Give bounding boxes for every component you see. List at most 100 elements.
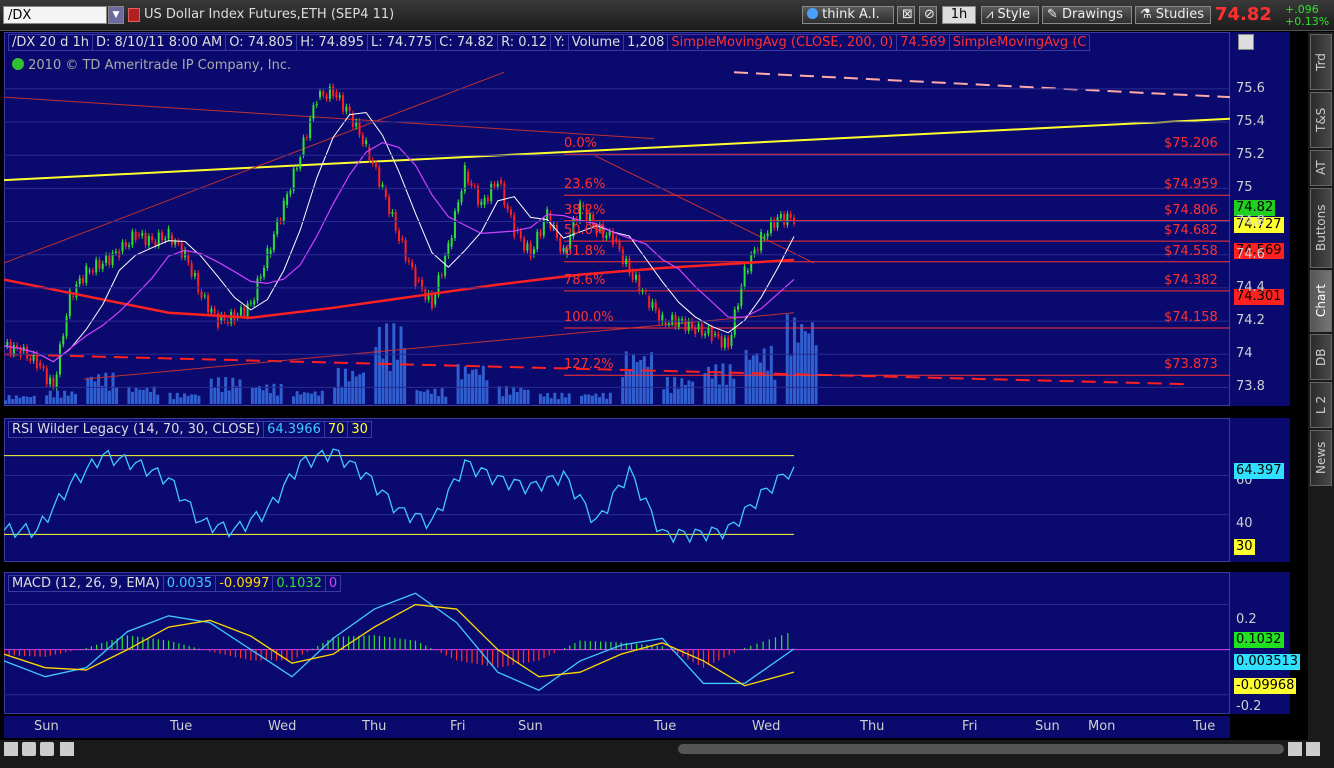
volume-bar (512, 386, 516, 404)
volume-bar (429, 393, 433, 404)
candle-body (249, 302, 252, 304)
volume-bar (25, 396, 29, 404)
volume-bar (564, 397, 568, 404)
candle-body (638, 274, 641, 292)
volume-bar (138, 389, 142, 404)
link-icon[interactable] (128, 8, 140, 22)
candle-body (611, 231, 614, 245)
candle-body (700, 323, 703, 336)
volume-bar (631, 354, 635, 404)
volume-bar (478, 374, 482, 404)
volume-bar (703, 373, 707, 404)
candle-body (124, 242, 127, 247)
candle-body (381, 184, 384, 187)
candle-body (213, 308, 216, 314)
candle-body (332, 86, 335, 97)
volume-bar (792, 317, 796, 404)
volume-bar (131, 391, 135, 404)
tab-trd[interactable]: Trd (1310, 34, 1332, 90)
scroll-left-icon[interactable] (1288, 742, 1302, 756)
crosshair-tool-icon[interactable]: ⊠ (897, 6, 915, 24)
candle-body (309, 118, 312, 138)
volume-bar (261, 390, 265, 404)
fib-price-label: $74.158 (1164, 310, 1218, 326)
zoom-in-icon[interactable] (22, 742, 36, 756)
macd-value-tag: 0.003513 (1234, 654, 1301, 670)
interval-button[interactable]: 1h (942, 6, 976, 24)
macd-signal-tag: -0.09968 (1234, 678, 1297, 694)
volume-bar (508, 394, 512, 404)
candle-body (483, 197, 486, 205)
candle-body (513, 215, 516, 237)
volume-bar (598, 397, 602, 404)
x-label-thu: Thu (860, 719, 885, 734)
macd-tick-neg0.2: -0.2 (1236, 699, 1262, 714)
candle-body (26, 346, 29, 359)
tab-chart[interactable]: Chart (1310, 270, 1332, 332)
fib-pct-label: 78.6% (564, 272, 606, 288)
candle-body (625, 258, 628, 265)
candle-body (9, 341, 12, 355)
fib-pct-label: 100.0% (564, 310, 614, 326)
volume-bar (227, 390, 231, 404)
candle-body (727, 337, 730, 348)
volume-bar (755, 353, 759, 404)
volume-bar (29, 397, 33, 404)
volume-bar (497, 386, 501, 404)
symbol-dropdown-icon[interactable]: ▼ (108, 6, 124, 24)
candle-body (500, 180, 503, 184)
think-ai-button[interactable]: think A.I. (802, 6, 894, 24)
candle-body (707, 327, 710, 334)
price-tick-75.4: 75.4 (1236, 114, 1265, 130)
expand-icon[interactable] (4, 742, 18, 756)
drawing-tool-icon[interactable] (60, 742, 74, 756)
volume-bar (803, 331, 807, 404)
volume-bar (542, 396, 546, 404)
volume-bar (7, 395, 11, 404)
candle-body (302, 137, 305, 156)
candle-body (253, 300, 256, 305)
volume-bar (748, 359, 752, 404)
candle-body (480, 201, 483, 205)
volume-bar (649, 352, 653, 404)
volume-bar (152, 386, 156, 404)
candle-body (325, 95, 328, 99)
tab-time-sales[interactable]: T&S (1310, 92, 1332, 148)
candle-body (243, 307, 246, 317)
candle-body (658, 310, 661, 322)
volume-bar (279, 383, 283, 404)
price-tick-74.8: 74.8 (1236, 213, 1265, 229)
candle-body (783, 213, 786, 225)
candle-body (704, 333, 707, 336)
fib-price-label: $75.206 (1164, 136, 1218, 152)
volume-bar (621, 377, 625, 404)
scroll-right-icon[interactable] (1306, 742, 1320, 756)
symbol-input[interactable]: /DX (3, 6, 107, 24)
studies-button[interactable]: ⚗ Studies (1135, 6, 1211, 24)
candle-body (187, 254, 190, 263)
volume-bar (515, 391, 519, 404)
volume-bar (168, 392, 172, 404)
volume-bar (234, 386, 238, 404)
volume-bar (52, 397, 56, 404)
volume-bar (258, 386, 262, 404)
tab-level2[interactable]: L 2 (1310, 382, 1332, 428)
candle-body (654, 301, 657, 311)
tab-at[interactable]: AT (1310, 150, 1332, 186)
volume-bar (145, 387, 149, 404)
volume-bar (504, 386, 508, 404)
tab-news[interactable]: News (1310, 430, 1332, 486)
candle-body (312, 105, 315, 119)
style-button[interactable]: ⩘ Style (981, 6, 1039, 24)
pan-tool-icon[interactable]: ⊘ (919, 6, 937, 24)
candle-body (335, 92, 338, 98)
tab-buttons[interactable]: Buttons (1310, 188, 1332, 268)
horizontal-scrollbar[interactable] (678, 744, 1284, 754)
volume-bar (175, 392, 179, 404)
tab-db[interactable]: DB (1310, 334, 1332, 380)
volume-bar (810, 322, 814, 404)
drawings-button[interactable]: ✎ Drawings (1042, 6, 1132, 24)
zoom-out-icon[interactable] (40, 742, 54, 756)
volume-bar (789, 355, 793, 404)
candle-body (621, 249, 624, 265)
